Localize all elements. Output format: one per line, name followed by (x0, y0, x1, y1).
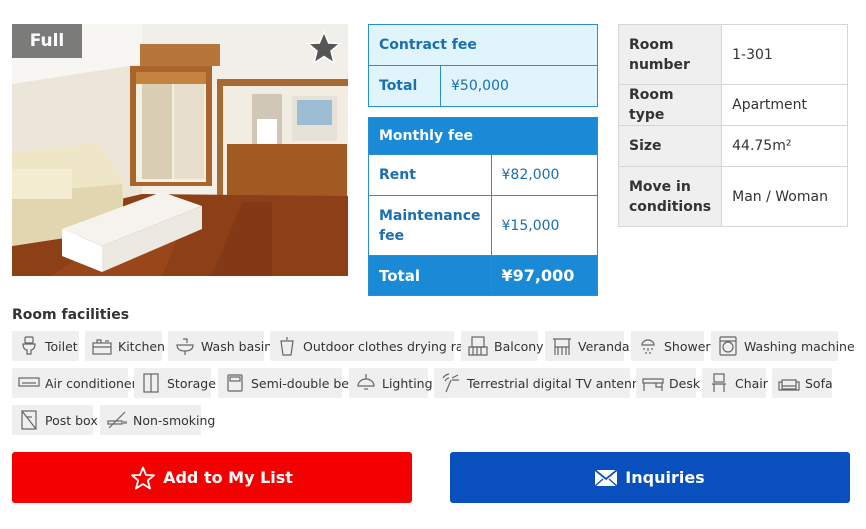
toilet-icon (18, 335, 40, 357)
availability-badge: Full (12, 24, 82, 58)
sofa-icon (778, 372, 800, 394)
move-in-conditions-label: Move in conditions (617, 166, 723, 227)
rent-value: ¥82,000 (490, 154, 599, 196)
room-number-value: 1-301 (721, 24, 848, 85)
room-photo[interactable]: Full (12, 24, 348, 276)
air-conditioner-icon (18, 372, 40, 394)
move-in-conditions-value: Man / Woman (721, 166, 848, 227)
lighting-icon (355, 372, 377, 394)
antenna-icon (440, 372, 462, 394)
inquiries-button[interactable]: Inquiries (450, 452, 850, 503)
facility-chip: Veranda (545, 331, 630, 361)
contract-total-value: ¥50,000 (440, 65, 598, 107)
facility-chip: Post box (12, 405, 98, 435)
inquiries-label: Inquiries (625, 468, 705, 487)
room-info-table: Room number 1-301 Room type Apartment Si… (617, 24, 848, 227)
facility-chip: Sofa (772, 368, 833, 398)
add-to-my-list-button[interactable]: Add to My List (12, 452, 412, 503)
post-box-icon (18, 409, 40, 431)
add-to-my-list-label: Add to My List (163, 468, 293, 487)
contract-fee-title: Contract fee (368, 24, 598, 66)
contract-total-label: Total (368, 65, 441, 107)
drying-rack-icon (276, 335, 298, 357)
size-value: 44.75m² (721, 125, 848, 167)
star-outline-icon (131, 466, 155, 490)
desk-icon (642, 372, 664, 394)
monthly-total-value: ¥97,000 (490, 255, 599, 296)
room-facilities-title: Room facilities (12, 307, 130, 323)
facility-chip: Balcony (461, 331, 544, 361)
facility-chip: Lighting (349, 368, 433, 398)
facility-chip: Kitchen (85, 331, 165, 361)
shower-icon (637, 335, 659, 357)
room-type-label: Room type (617, 84, 723, 126)
bed-icon (224, 372, 246, 394)
monthly-total-label: Total (368, 255, 492, 296)
size-label: Size (617, 125, 723, 167)
facility-chip: Outdoor clothes drying rack (270, 331, 478, 361)
room-type-value: Apartment (721, 84, 848, 126)
facility-chip: Desk (636, 368, 700, 398)
facility-chip: Toilet (12, 331, 79, 361)
storage-icon (140, 372, 162, 394)
balcony-icon (467, 335, 489, 357)
chair-icon (708, 372, 730, 394)
facility-chip: Air conditioner (12, 368, 137, 398)
washing-machine-icon (717, 335, 739, 357)
favorite-star-icon[interactable] (306, 30, 342, 66)
room-number-label: Room number (617, 24, 723, 85)
contract-fee-table: Contract fee Total ¥50,000 (368, 24, 598, 107)
facility-chip: Wash basin (168, 331, 272, 361)
facility-chip: Semi-double bed (218, 368, 357, 398)
kitchen-icon (91, 335, 113, 357)
facility-chip: Terrestrial digital TV antenna (434, 368, 647, 398)
non-smoking-icon (106, 409, 128, 431)
envelope-icon (595, 469, 618, 486)
facility-chip: Storage (134, 368, 216, 398)
facility-chip: Washing machine (711, 331, 855, 361)
veranda-icon (551, 335, 573, 357)
facility-chip: Shower (631, 331, 711, 361)
room-photo-image (12, 24, 348, 276)
maintenance-fee-label: Maintenance fee (368, 195, 492, 256)
monthly-fee-title: Monthly fee (368, 117, 598, 155)
maintenance-fee-value: ¥15,000 (490, 195, 599, 256)
facility-chip: Non-smoking (100, 405, 215, 435)
wash-basin-icon (174, 335, 196, 357)
rent-label: Rent (368, 154, 492, 196)
monthly-fee-table: Monthly fee Rent ¥82,000 Maintenance fee… (368, 117, 599, 296)
facility-chip: Chair (702, 368, 768, 398)
